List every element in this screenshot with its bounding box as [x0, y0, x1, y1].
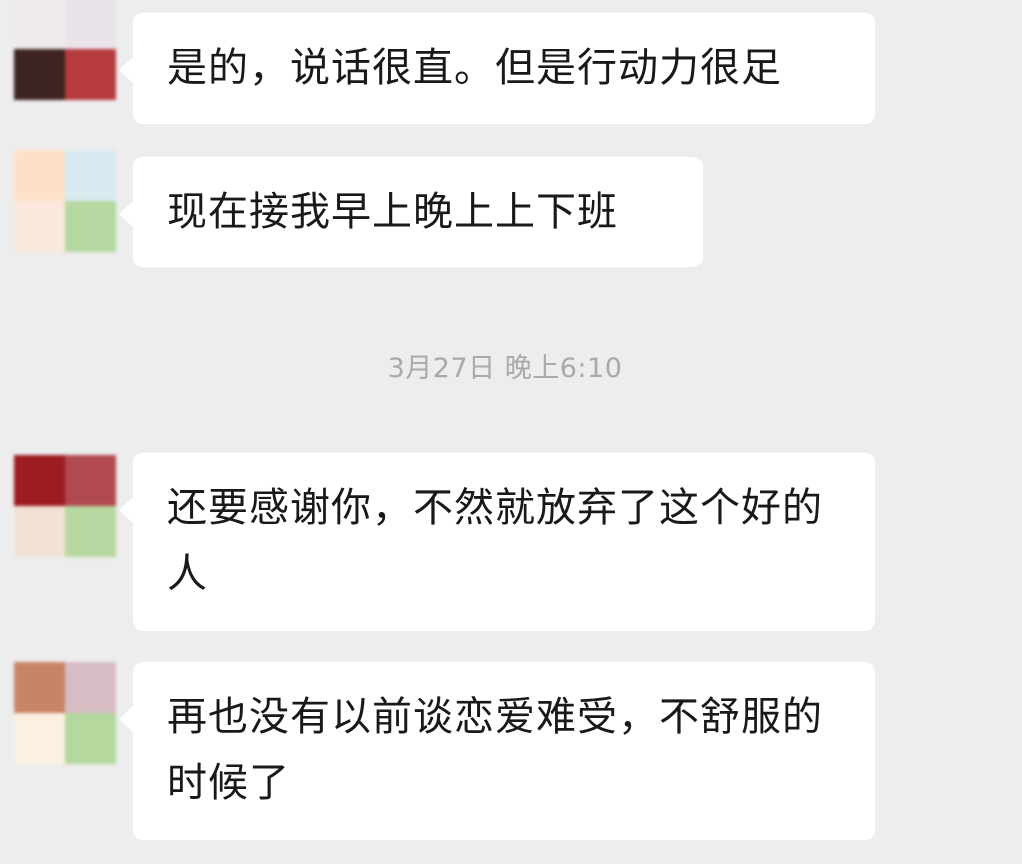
avatar-pixel	[14, 201, 65, 252]
avatar-pixel	[14, 662, 65, 713]
message-text: 是的，说话很直。但是行动力很足	[167, 45, 782, 91]
message-bubble[interactable]: 再也没有以前谈恋爱难受，不舒服的时候了	[119, 662, 875, 840]
avatar-pixel	[14, 49, 65, 100]
avatar-pixel	[65, 201, 116, 252]
avatar-pixel	[14, 713, 65, 764]
message-bubble[interactable]: 是的，说话很直。但是行动力很足	[119, 13, 875, 124]
message-text: 再也没有以前谈恋爱难受，不舒服的时候了	[167, 694, 823, 806]
message-text: 现在接我早上晚上上下班	[167, 189, 618, 235]
avatar-pixel	[14, 506, 65, 557]
avatar-pixel	[65, 455, 116, 506]
message-text: 还要感谢你，不然就放弃了这个好的人	[167, 485, 823, 597]
contact-avatar[interactable]	[14, 0, 116, 100]
message-timestamp: 3月27日 晚上6:10	[387, 353, 623, 384]
avatar-pixel	[14, 455, 65, 506]
avatar-pixel	[14, 150, 65, 201]
avatar-pixel	[65, 662, 116, 713]
avatar-pixel	[65, 713, 116, 764]
avatar-pixel	[14, 0, 65, 49]
avatar-pixel	[65, 0, 116, 49]
contact-avatar[interactable]	[14, 662, 116, 764]
contact-avatar[interactable]	[14, 455, 116, 557]
message-bubble[interactable]: 现在接我早上晚上上下班	[119, 157, 703, 267]
message-bubble[interactable]: 还要感谢你，不然就放弃了这个好的人	[119, 453, 875, 631]
avatar-pixel	[65, 49, 116, 100]
contact-avatar[interactable]	[14, 150, 116, 252]
avatar-pixel	[65, 150, 116, 201]
avatar-pixel	[65, 506, 116, 557]
